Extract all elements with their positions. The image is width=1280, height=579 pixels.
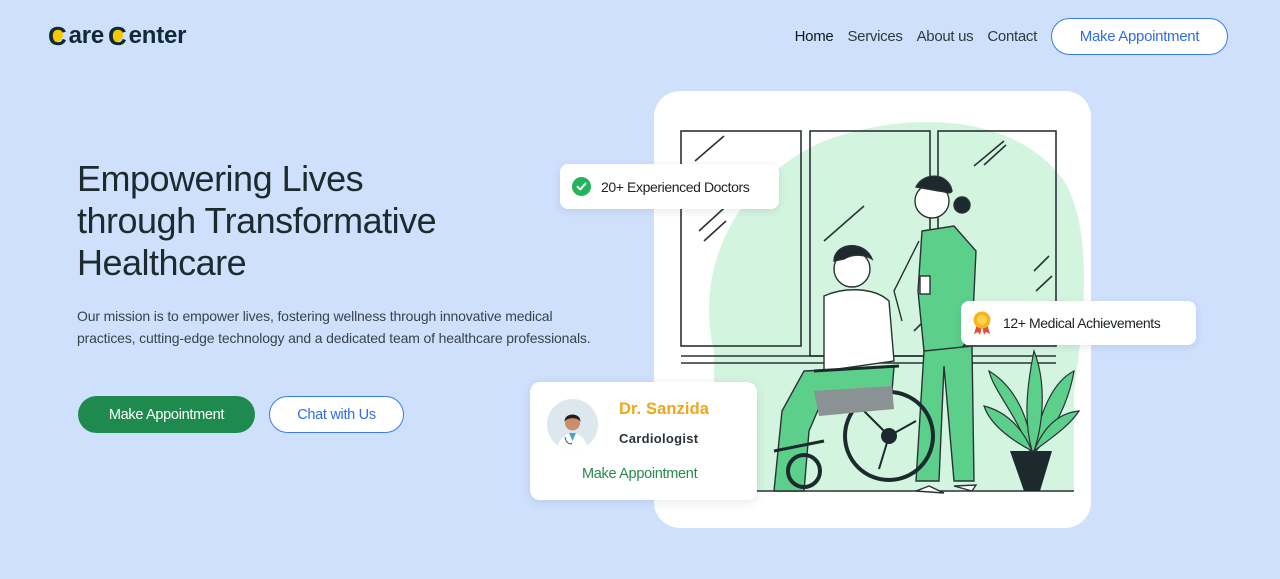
nav-contact[interactable]: Contact <box>987 28 1037 45</box>
doctor-make-appointment-link[interactable]: Make Appointment <box>582 466 698 482</box>
nav-about-us[interactable]: About us <box>917 28 974 45</box>
doctor-card: Dr. Sanzida Cardiologist Make Appointmen… <box>530 382 757 500</box>
hero-description: Our mission is to empower lives, fosteri… <box>77 308 591 346</box>
medal-icon <box>971 310 993 336</box>
brand-logo[interactable]: C are C enter <box>48 22 190 50</box>
stat-achievements-label: 12+ Medical Achievements <box>1003 315 1161 331</box>
stat-card-achievements: 12+ Medical Achievements <box>961 301 1196 345</box>
hero-title: Empowering Lives through Transformative … <box>77 158 437 283</box>
nav-services[interactable]: Services <box>847 28 902 45</box>
doctor-role: Cardiologist <box>619 431 699 446</box>
doctor-name: Dr. Sanzida <box>619 400 710 418</box>
logo-word-are: are <box>68 22 105 49</box>
logo-mark-c2: C <box>108 21 127 51</box>
nav-home[interactable]: Home <box>795 28 834 45</box>
logo-word-enter: enter <box>128 22 187 49</box>
make-appointment-button[interactable]: Make Appointment <box>78 396 255 433</box>
logo-mark-c1: C <box>48 21 67 51</box>
chat-with-us-button[interactable]: Chat with Us <box>269 396 404 433</box>
nav-make-appointment-button[interactable]: Make Appointment <box>1051 18 1228 55</box>
check-circle-icon <box>572 177 591 196</box>
doctor-avatar <box>547 399 598 450</box>
stat-doctors-label: 20+ Experienced Doctors <box>601 178 750 195</box>
main-nav: Home Services About us Contact Make Appo… <box>795 18 1228 55</box>
stat-card-doctors: 20+ Experienced Doctors <box>560 164 779 209</box>
